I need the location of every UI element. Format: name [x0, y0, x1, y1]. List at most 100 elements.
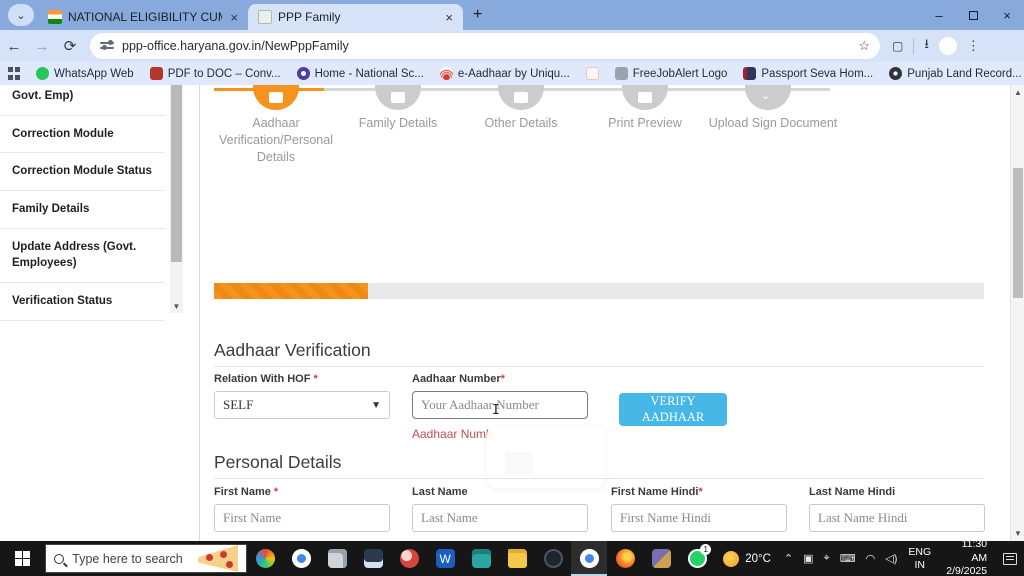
- paint-app-icon[interactable]: [391, 541, 427, 576]
- system-tray: ⌃ ▣ ⌖ ⌨ ◠ ◁) ENGIN 11:30 AM 2/9/2025: [779, 541, 1024, 576]
- window-maximize-button[interactable]: [956, 0, 990, 30]
- taskbar-search[interactable]: Type here to search: [45, 544, 247, 573]
- punjab-land-icon: [889, 67, 902, 80]
- progress-fill: [214, 283, 368, 299]
- whatsapp-app-icon[interactable]: 1: [679, 541, 715, 576]
- last-name-hindi-input[interactable]: Last Name Hindi: [809, 504, 985, 532]
- reload-icon[interactable]: ⟳: [56, 37, 84, 55]
- copilot-app-icon[interactable]: [247, 541, 283, 576]
- calculator-app-icon[interactable]: [463, 541, 499, 576]
- chrome-app-icon[interactable]: [283, 541, 319, 576]
- chevron-down-icon: ▼: [371, 400, 381, 411]
- sidebar-scroll-thumb[interactable]: [171, 85, 182, 262]
- bookmark-star-icon[interactable]: ☆: [858, 38, 870, 54]
- start-button[interactable]: [0, 541, 45, 576]
- bookmark-punjab-land[interactable]: Punjab Land Record...: [889, 67, 1021, 80]
- downloads-icon[interactable]: ⭳: [924, 35, 929, 57]
- chrome-menu-icon[interactable]: ⋮: [967, 38, 980, 54]
- step-4-circle[interactable]: [622, 85, 668, 110]
- remote-desktop-app-icon[interactable]: [355, 541, 391, 576]
- bookmark-label: Punjab Land Record...: [907, 68, 1021, 80]
- tab-ppp-family[interactable]: PPP Family ×: [248, 4, 463, 30]
- sidebar-item-verification-status[interactable]: Verification Status: [0, 283, 165, 321]
- sidebar-item-correction-module[interactable]: Correction Module: [0, 116, 165, 154]
- address-bar[interactable]: ppp-office.haryana.gov.in/NewPppFamily ☆: [90, 33, 880, 59]
- search-placeholder: Type here to search: [72, 552, 182, 566]
- network-wifi-icon[interactable]: ◠: [861, 552, 881, 565]
- volume-icon[interactable]: ◁): [880, 552, 902, 565]
- tab-neet[interactable]: NATIONAL ELIGIBILITY CUM EN ×: [38, 4, 248, 30]
- apps-grid-icon[interactable]: [8, 67, 20, 80]
- sidebar-item-update-address[interactable]: Update Address (Govt. Employees): [0, 229, 165, 283]
- word-app-icon[interactable]: W: [427, 541, 463, 576]
- tab-close-icon[interactable]: ×: [443, 10, 455, 25]
- page-scrollbar[interactable]: ▲ ▼: [1010, 85, 1024, 541]
- aadhaar-number-label: Aadhaar Number*: [412, 372, 505, 387]
- passport-seva-icon: [743, 67, 756, 80]
- touch-keyboard-icon[interactable]: ⌨: [835, 552, 861, 565]
- window-close-button[interactable]: ×: [990, 0, 1024, 30]
- firefox-app-icon[interactable]: [607, 541, 643, 576]
- bookmark-passport-seva[interactable]: Passport Seva Hom...: [743, 67, 873, 80]
- bookmark-nsdl[interactable]: [586, 67, 599, 80]
- relation-selected-value: SELF: [223, 397, 253, 413]
- tab-search-chevron-icon[interactable]: ⌄: [8, 4, 34, 26]
- extensions-icon[interactable]: ▢: [892, 39, 903, 53]
- bookmark-national-scholarship[interactable]: Home - National Sc...: [297, 67, 424, 80]
- screen: ⌄ NATIONAL ELIGIBILITY CUM EN × PPP Fami…: [0, 0, 1024, 576]
- meet-now-icon[interactable]: ▣: [798, 552, 818, 565]
- sidebar-scroll-down-icon[interactable]: ▼: [170, 302, 183, 311]
- sidebar-item-govt-emp[interactable]: Govt. Emp): [0, 85, 165, 116]
- forward-icon[interactable]: →: [28, 38, 56, 55]
- photos-app-icon[interactable]: [319, 541, 355, 576]
- browser-tab-strip: ⌄ NATIONAL ELIGIBILITY CUM EN × PPP Fami…: [0, 0, 1024, 30]
- text-cursor-icon: I: [492, 403, 500, 418]
- bookmark-freejobalert[interactable]: FreeJobAlert Logo: [615, 67, 728, 80]
- step-1-circle[interactable]: [253, 85, 299, 110]
- sun-weather-icon: [723, 551, 739, 567]
- clock[interactable]: 11:30 AM 2/9/2025: [937, 538, 995, 576]
- back-icon[interactable]: ←: [0, 38, 28, 55]
- whatsapp-badge: 1: [700, 544, 711, 555]
- step-3-circle[interactable]: [498, 85, 544, 110]
- window-minimize-button[interactable]: –: [922, 0, 956, 30]
- e-aadhaar-icon: [440, 67, 453, 80]
- chrome-active-window-icon[interactable]: [571, 541, 607, 576]
- step-5-circle[interactable]: ⌄: [745, 85, 791, 110]
- language-indicator[interactable]: ENGIN: [902, 546, 937, 571]
- relation-with-hof-select[interactable]: SELF ▼: [214, 391, 390, 419]
- first-name-input[interactable]: First Name: [214, 504, 390, 532]
- first-name-hindi-input[interactable]: First Name Hindi: [611, 504, 787, 532]
- notification-center-button[interactable]: [995, 541, 1024, 576]
- new-tab-button[interactable]: +: [473, 6, 482, 24]
- sidebar-item-correction-module-status[interactable]: Correction Module Status: [0, 153, 165, 191]
- media-player-app-icon[interactable]: [535, 541, 571, 576]
- bookmark-whatsapp-web[interactable]: WhatsApp Web: [36, 67, 134, 80]
- scroll-thumb[interactable]: [1013, 168, 1023, 298]
- last-name-input[interactable]: Last Name: [412, 504, 588, 532]
- bookmark-e-aadhaar[interactable]: e-Aadhaar by Uniqu...: [440, 67, 570, 80]
- url-text[interactable]: ppp-office.haryana.gov.in/NewPppFamily: [122, 39, 858, 53]
- last-name-label: Last Name: [412, 485, 468, 500]
- scroll-up-icon[interactable]: ▲: [1011, 88, 1024, 97]
- tab-close-icon[interactable]: ×: [228, 10, 240, 25]
- taskbar-weather[interactable]: 20°C: [715, 551, 779, 567]
- scroll-down-icon[interactable]: ▼: [1011, 529, 1024, 538]
- tray-chevron-icon[interactable]: ⌃: [779, 552, 798, 565]
- profile-avatar[interactable]: [939, 37, 957, 55]
- step-2-circle[interactable]: [375, 85, 421, 110]
- date-text: 2/9/2025: [945, 565, 987, 576]
- aadhaar-number-input[interactable]: Your Aadhaar Number: [412, 391, 588, 419]
- microphone-icon[interactable]: ⌖: [819, 552, 835, 565]
- first-name-label: First Name *: [214, 485, 278, 500]
- file-explorer-icon[interactable]: [499, 541, 535, 576]
- india-flag-favicon: [48, 10, 62, 24]
- verify-aadhaar-button[interactable]: VERIFY AADHAAR: [619, 393, 727, 426]
- bookmark-pdf-to-doc[interactable]: PDF to DOC – Conv...: [150, 67, 281, 80]
- bookmarks-bar: WhatsApp Web PDF to DOC – Conv... Home -…: [0, 62, 1024, 85]
- sidebar-item-family-details[interactable]: Family Details: [0, 191, 165, 229]
- sidebar-scrollbar[interactable]: ▼: [170, 85, 183, 313]
- tab-title: NATIONAL ELIGIBILITY CUM EN: [68, 10, 222, 24]
- gallery-app-icon[interactable]: [643, 541, 679, 576]
- site-settings-icon[interactable]: [100, 41, 114, 51]
